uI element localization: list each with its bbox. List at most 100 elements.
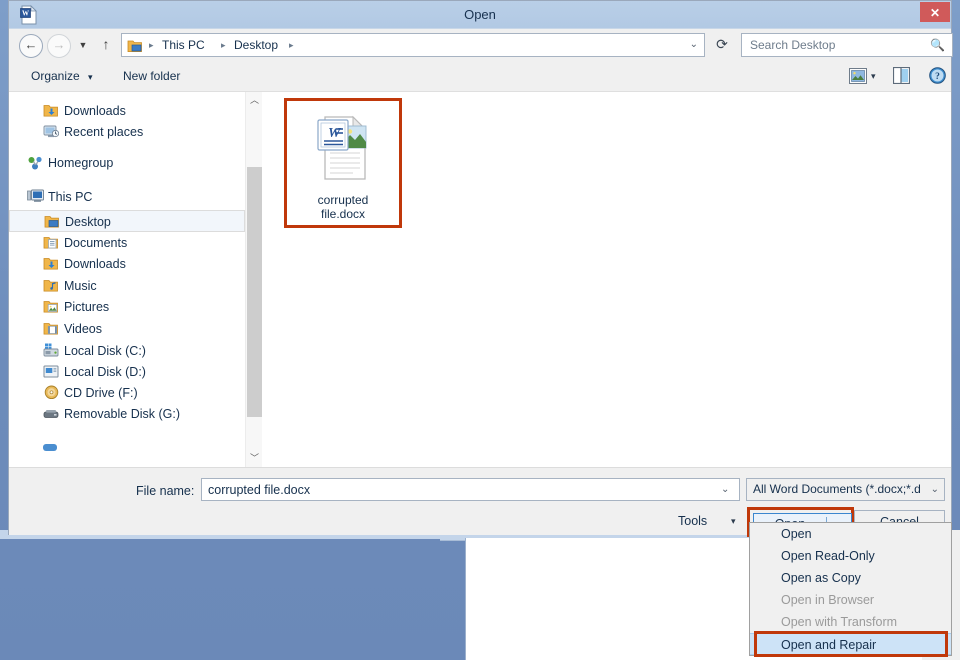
sidebar-item-label: Local Disk (D:) <box>64 365 146 379</box>
videos-folder-icon <box>43 321 59 337</box>
address-bar[interactable]: ▸ This PC ▸ Desktop ▸ ⌄ <box>121 33 705 57</box>
open-dialog: W Open ✕ ← → ▼ ↑ ▸ This PC ▸ Desktop ▸ ⌄… <box>8 0 953 537</box>
sidebar-item-this-pc[interactable]: This PC <box>9 186 245 208</box>
open-dropdown-menu: Open Open Read-Only Open as Copy Open in Br… <box>749 522 952 656</box>
organize-button[interactable]: Organize ▾ <box>31 65 93 87</box>
chevron-down-icon: ⌄ <box>930 484 939 495</box>
menu-item-open-as-copy[interactable]: Open as Copy <box>750 567 951 589</box>
organize-label: Organize <box>31 69 80 83</box>
sidebar-item-label: Music <box>64 279 97 293</box>
word-document-icon: W <box>311 109 375 185</box>
sidebar-item-label: Local Disk (C:) <box>64 344 146 358</box>
sidebar-item-label: Removable Disk (G:) <box>64 407 180 421</box>
chevron-up-icon[interactable]: ︿ <box>246 92 263 109</box>
cd-drive-icon <box>43 385 59 401</box>
sidebar-item-label: Homegroup <box>48 156 114 170</box>
file-name-label: File name: <box>136 484 195 498</box>
sidebar-item-local-disk-d[interactable]: Local Disk (D:) <box>9 361 245 383</box>
dialog-title: Open <box>464 7 496 22</box>
local-disk-c-icon <box>43 343 59 359</box>
sidebar-item-label: Documents <box>64 236 128 250</box>
menu-item-open-and-repair[interactable]: Open and Repair <box>750 633 951 655</box>
file-list-view[interactable]: W corrupted file.docx <box>262 92 951 467</box>
dialog-toolbar: Organize ▾ New folder ▾ ? <box>9 61 951 92</box>
file-type-dropdown[interactable]: All Word Documents (*.docx;*.d ⌄ <box>746 478 945 501</box>
downloads-folder-icon <box>43 103 59 119</box>
file-name-line-2: file.docx <box>320 207 366 221</box>
sidebar-item-downloads[interactable]: Downloads <box>9 253 245 275</box>
recent-places-icon <box>43 124 60 140</box>
breadcrumb-this-pc[interactable]: This PC <box>162 34 205 56</box>
chevron-down-icon[interactable]: ▼ <box>75 34 91 56</box>
dialog-body: Downloads Recent places Homegroup This PC De… <box>9 92 951 468</box>
navigation-pane: Downloads Recent places Homegroup This PC De… <box>9 92 245 467</box>
sidebar-item-pictures[interactable]: Pictures <box>9 296 245 318</box>
search-box[interactable]: Search Desktop 🔍 <box>741 33 953 57</box>
sidebar-item-removable-disk-g[interactable]: Removable Disk (G:) <box>9 403 245 425</box>
file-name-line-1: corrupted <box>317 193 369 207</box>
sidebar-item-label: CD Drive (F:) <box>64 386 138 400</box>
file-type-value: All Word Documents (*.docx;*.d <box>753 482 921 496</box>
removable-disk-icon <box>43 406 59 422</box>
chevron-down-icon[interactable]: ⌄ <box>721 478 729 501</box>
chevron-down-icon[interactable]: ⌄ <box>690 34 698 56</box>
sidebar-item-desktop[interactable]: Desktop <box>9 210 245 232</box>
file-item-corrupted-file[interactable]: W corrupted file.docx <box>284 98 402 228</box>
sidebar-item-videos[interactable]: Videos <box>9 318 245 340</box>
breadcrumb-separator: ▸ <box>149 40 154 50</box>
menu-item-open-in-browser: Open in Browser <box>781 593 875 607</box>
back-arrow-icon[interactable]: ← <box>19 34 43 58</box>
view-layout-icon[interactable] <box>849 68 867 89</box>
sidebar-item-homegroup[interactable]: Homegroup <box>9 152 245 174</box>
breadcrumb-desktop[interactable]: Desktop <box>234 34 278 56</box>
chevron-down-icon[interactable]: ▾ <box>731 511 736 531</box>
menu-item-open-with-transform: Open with Transform <box>781 615 898 629</box>
music-folder-icon <box>43 278 59 294</box>
sidebar-item-downloads[interactable]: Downloads <box>9 100 245 122</box>
pictures-folder-icon <box>43 299 59 315</box>
sidebar-item-local-disk-c[interactable]: Local Disk (C:) <box>9 340 245 362</box>
up-arrow-icon[interactable]: ↑ <box>97 34 115 56</box>
tools-button[interactable]: Tools <box>678 511 707 531</box>
sidebar-item-label: Downloads <box>64 257 126 271</box>
sidebar-item-label: Desktop <box>65 215 111 229</box>
sidebar-item-cd-drive-f[interactable]: CD Drive (F:) <box>9 382 245 404</box>
breadcrumb-separator: ▸ <box>289 40 294 50</box>
nav-pane-scrollbar[interactable]: ︿ ﹀ <box>245 92 263 467</box>
downloads-folder-icon <box>43 256 59 272</box>
desktop-folder-icon <box>127 38 143 53</box>
sidebar-item-label: Videos <box>64 322 102 336</box>
sidebar-item-label: Pictures <box>64 300 110 314</box>
breadcrumb-separator: ▸ <box>221 40 226 50</box>
scrollbar-thumb[interactable] <box>247 167 262 417</box>
sidebar-item-label: This PC <box>48 190 93 204</box>
sidebar-item-partial-icon <box>43 444 57 451</box>
menu-item-open-read-only[interactable]: Open Read-Only <box>750 545 951 567</box>
close-icon[interactable]: ✕ <box>920 2 950 22</box>
chevron-down-icon[interactable]: ﹀ <box>246 450 263 467</box>
preview-pane-icon[interactable] <box>892 66 911 89</box>
this-pc-icon <box>27 189 44 205</box>
svg-text:?: ? <box>935 72 940 82</box>
help-icon[interactable]: ? <box>929 67 946 89</box>
new-folder-button[interactable]: New folder <box>123 65 180 87</box>
sidebar-item-label: Recent places <box>64 125 144 139</box>
sidebar-item-music[interactable]: Music <box>9 275 245 297</box>
menu-item-open[interactable]: Open <box>750 523 951 545</box>
file-item-label: corrupted file.docx <box>287 193 399 221</box>
documents-folder-icon <box>43 235 59 251</box>
chevron-down-icon[interactable]: ▾ <box>871 66 876 86</box>
desktop-folder-icon <box>44 214 60 230</box>
search-icon: 🔍 <box>930 38 945 52</box>
sidebar-item-documents[interactable]: Documents <box>9 232 245 254</box>
forward-arrow-icon[interactable]: → <box>47 34 71 58</box>
search-input[interactable]: Search Desktop <box>750 34 835 56</box>
refresh-icon[interactable]: ⟳ <box>711 33 733 57</box>
sidebar-item-recent-places[interactable]: Recent places <box>9 121 245 143</box>
navigation-bar: ← → ▼ ↑ ▸ This PC ▸ Desktop ▸ ⌄ ⟳ Search… <box>9 29 953 61</box>
local-disk-d-icon <box>43 364 59 380</box>
dialog-titlebar: W Open ✕ <box>9 1 951 29</box>
file-name-input[interactable] <box>201 478 740 501</box>
chevron-down-icon: ▾ <box>88 72 93 82</box>
sidebar-item-label: Downloads <box>64 104 126 118</box>
